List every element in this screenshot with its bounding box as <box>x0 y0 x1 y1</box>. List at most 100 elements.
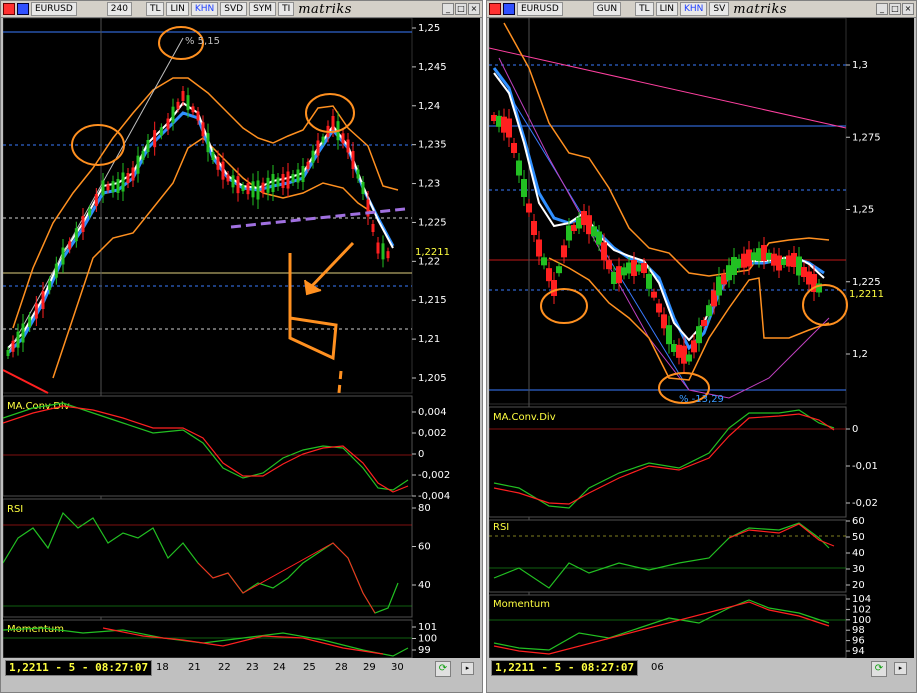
date-label: 21 <box>188 662 201 673</box>
candle-body <box>226 174 230 182</box>
minimize-button[interactable]: _ <box>442 3 454 15</box>
date-label: 25 <box>303 662 316 673</box>
candle-body <box>231 175 235 188</box>
drawing-icon[interactable] <box>503 3 515 15</box>
candle-body <box>516 160 522 176</box>
left-chart-window: EURUSD 240 TL LIN KHN SVD SYM TI matriks… <box>0 0 483 693</box>
last-price-label: 1,2211 <box>415 247 450 258</box>
chart-type-icon[interactable] <box>3 3 15 15</box>
axis-tick-label: 30 <box>852 564 865 575</box>
scale-selector[interactable]: LIN <box>655 2 678 16</box>
candle-body <box>531 221 537 235</box>
axis-tick-label: -0,002 <box>418 470 450 481</box>
candle-body <box>526 203 532 213</box>
candle-body <box>286 171 290 189</box>
candle-body <box>6 350 10 356</box>
candle-body <box>176 101 180 109</box>
candle-body <box>316 140 320 156</box>
axis-tick-label: 0,004 <box>418 407 447 418</box>
date-label: 06 <box>651 662 664 673</box>
axis-tick-label: -0,004 <box>418 491 450 502</box>
percent-annotation: % -13,29 <box>679 394 724 405</box>
svd-button[interactable]: SVD <box>220 2 248 16</box>
currency-selector[interactable]: TL <box>635 2 654 16</box>
candle-body <box>546 268 552 282</box>
candle-body <box>146 140 150 152</box>
axis-tick-label: 1,225 <box>852 277 881 288</box>
macd-title: MA.Conv.Div <box>493 412 556 423</box>
close-button[interactable]: × <box>902 3 914 15</box>
right-status-bar: 1,2211 - 5 - 08:27:07 06 ⟳ ▸ <box>489 659 914 677</box>
date-label: 22 <box>218 662 231 673</box>
axis-tick-label: 1,23 <box>418 179 440 190</box>
candle-body <box>306 161 310 169</box>
left-status-value: 1,2211 - 5 - 08:27:07 <box>5 660 153 676</box>
candle-body <box>666 325 672 345</box>
close-button[interactable]: × <box>468 3 480 15</box>
khn-button[interactable]: KHN <box>679 2 708 16</box>
left-toolbar: EURUSD 240 TL LIN KHN SVD SYM TI matriks… <box>1 1 482 18</box>
left-chart-area[interactable]: 1,25 1,245 1,24 1,235 1,23 1,225 1,22 1,215 1,21… <box>3 18 480 658</box>
candle-body <box>101 180 105 196</box>
axis-tick-label: 99 <box>418 645 431 656</box>
candle-body <box>106 184 110 191</box>
candle-body <box>641 263 647 273</box>
candle-body <box>28 317 32 327</box>
currency-selector[interactable]: TL <box>145 2 165 16</box>
maximize-button[interactable]: □ <box>889 3 901 15</box>
candle-body <box>361 182 365 194</box>
ti-button[interactable]: TI <box>278 2 295 16</box>
refresh-icon[interactable]: ⟳ <box>871 661 887 677</box>
scale-selector[interactable]: LIN <box>166 2 189 16</box>
right-chart-area[interactable]: 1,3 1,275 1,25 1,225 1,2 % -13,29 1,2211 MA <box>489 18 914 658</box>
candle-body <box>88 208 92 216</box>
refresh-icon[interactable]: ⟳ <box>435 661 451 677</box>
candle-body <box>696 326 702 344</box>
khn-button[interactable]: KHN <box>190 2 219 16</box>
candle-body <box>266 177 270 193</box>
candle-body <box>321 136 325 143</box>
candle-body <box>561 245 567 258</box>
axis-tick-label: 0 <box>852 424 858 435</box>
scroll-icon[interactable]: ▸ <box>461 662 474 675</box>
candle-body <box>236 176 240 194</box>
date-label: 23 <box>246 662 259 673</box>
candle-body <box>74 228 78 242</box>
axis-tick-label: 0,002 <box>418 428 447 439</box>
drawing-icon[interactable] <box>17 3 29 15</box>
candle-body <box>351 151 355 169</box>
candle-body <box>121 172 125 192</box>
candle-body <box>126 173 130 183</box>
axis-tick-label: 1,205 <box>418 373 447 384</box>
left-price-axis: 1,251,2451,241,2351,231,2251,221,2151,21… <box>412 23 447 384</box>
symbol-selector[interactable]: EURUSD <box>31 2 77 16</box>
sym-button[interactable]: SYM <box>249 2 277 16</box>
axis-tick-label: 1,275 <box>852 132 881 143</box>
axis-tick-label: 60 <box>418 542 431 553</box>
candle-body <box>196 111 200 121</box>
candle-body <box>61 247 65 265</box>
axis-tick-label: 1,3 <box>852 60 868 71</box>
candle-body <box>346 139 350 153</box>
candle-body <box>16 331 20 348</box>
axis-tick-label: 101 <box>418 622 437 633</box>
candle-body <box>261 182 265 193</box>
candle-body <box>141 150 145 160</box>
maximize-button[interactable]: □ <box>455 3 467 15</box>
period-selector[interactable]: GUN <box>592 2 622 16</box>
axis-tick-label: 104 <box>852 594 871 605</box>
symbol-selector[interactable]: EURUSD <box>517 2 563 16</box>
candle-body <box>281 174 285 188</box>
candle-body <box>706 305 712 317</box>
period-selector[interactable]: 240 <box>106 2 132 16</box>
axis-tick-label: 40 <box>418 580 431 591</box>
date-label: 28 <box>335 662 348 673</box>
candle-body <box>11 340 15 352</box>
scroll-icon[interactable]: ▸ <box>894 662 907 675</box>
candle-body <box>81 216 85 232</box>
sv-button[interactable]: SV <box>709 2 730 16</box>
candle-body <box>551 280 557 296</box>
candle-body <box>536 239 542 257</box>
minimize-button[interactable]: _ <box>876 3 888 15</box>
chart-type-icon[interactable] <box>489 3 501 15</box>
